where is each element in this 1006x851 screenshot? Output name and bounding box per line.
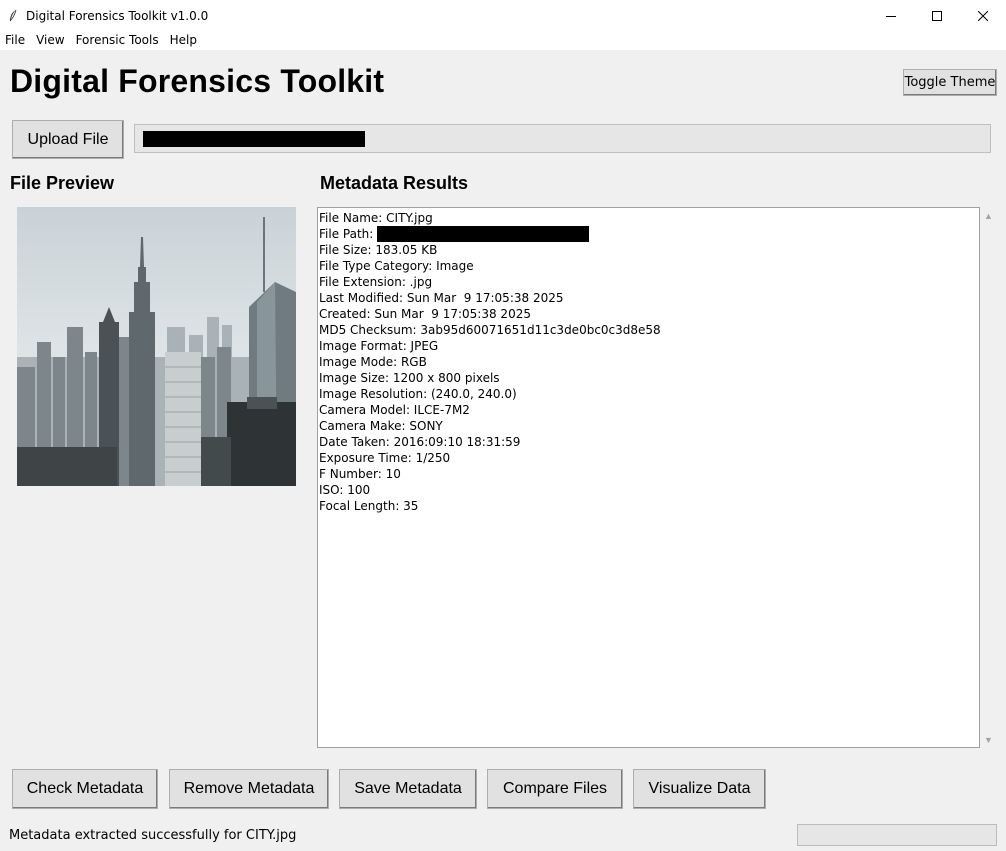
meta-line-image-format: Image Format: JPEG <box>319 339 439 353</box>
meta-line-created: Created: Sun Mar 9 17:05:38 2025 <box>319 307 531 321</box>
close-icon[interactable] <box>960 0 1006 31</box>
meta-line-file-size: File Size: 183.05 KB <box>319 243 438 257</box>
status-bar: Metadata extracted successfully for CITY… <box>0 819 1006 851</box>
menu-bar: File View Forensic Tools Help <box>0 31 1006 50</box>
metadata-results-label: Metadata Results <box>320 173 469 193</box>
progress-bar <box>797 824 997 846</box>
visualize-data-button[interactable]: Visualize Data <box>633 769 766 809</box>
meta-line-exposure-time: Exposure Time: 1/250 <box>319 451 451 465</box>
meta-line-f-number: F Number: 10 <box>319 467 401 481</box>
meta-line-camera-model: Camera Model: ILCE-7M2 <box>319 403 470 417</box>
redacted-file-path <box>377 226 590 242</box>
meta-line-file-name: File Name: CITY.jpg <box>319 211 433 225</box>
meta-line-image-size: Image Size: 1200 x 800 pixels <box>319 371 500 385</box>
file-path-field <box>134 124 991 153</box>
meta-line-image-resolution: Image Resolution: (240.0, 240.0) <box>319 387 517 401</box>
file-preview-image <box>17 207 296 486</box>
compare-files-button[interactable]: Compare Files <box>487 769 623 809</box>
menu-forensic-tools[interactable]: Forensic Tools <box>71 31 165 50</box>
window-title: Digital Forensics Toolkit v1.0.0 <box>26 8 209 23</box>
save-metadata-button[interactable]: Save Metadata <box>339 769 477 809</box>
menu-help[interactable]: Help <box>165 31 203 50</box>
minimize-icon[interactable] <box>868 0 914 31</box>
meta-line-iso: ISO: 100 <box>319 483 371 497</box>
remove-metadata-button[interactable]: Remove Metadata <box>169 769 329 809</box>
meta-line-file-type: File Type Category: Image <box>319 259 474 273</box>
meta-line-date-taken: Date Taken: 2016:09:10 18:31:59 <box>319 435 521 449</box>
check-metadata-button[interactable]: Check Metadata <box>12 769 158 809</box>
meta-line-focal-length: Focal Length: 35 <box>319 499 419 513</box>
scroll-up-arrow-icon[interactable]: ▲ <box>980 207 997 224</box>
feather-icon <box>0 0 26 31</box>
menu-view[interactable]: View <box>31 31 70 50</box>
meta-line-image-mode: Image Mode: RGB <box>319 355 427 369</box>
meta-line-extension: File Extension: .jpg <box>319 275 433 289</box>
meta-line-last-modified: Last Modified: Sun Mar 9 17:05:38 2025 <box>319 291 564 305</box>
meta-line-file-path: File Path: <box>319 226 978 242</box>
meta-line-camera-make: Camera Make: SONY <box>319 419 443 433</box>
metadata-text-area[interactable]: File Name: CITY.jpg File Path: File Size… <box>317 207 980 748</box>
title-bar: Digital Forensics Toolkit v1.0.0 <box>0 0 1006 31</box>
meta-line-md5: MD5 Checksum: 3ab95d60071651d11c3de0bc0c… <box>319 323 661 337</box>
upload-file-button[interactable]: Upload File <box>12 120 124 159</box>
status-text: Metadata extracted successfully for CITY… <box>9 828 297 843</box>
redacted-path <box>143 131 365 147</box>
window-controls <box>868 0 1006 31</box>
maximize-icon[interactable] <box>914 0 960 31</box>
file-preview-label: File Preview <box>10 173 115 193</box>
scroll-down-arrow-icon[interactable]: ▼ <box>980 731 997 748</box>
menu-file[interactable]: File <box>0 31 31 50</box>
toggle-theme-button[interactable]: Toggle Theme <box>903 69 997 96</box>
metadata-scrollbar[interactable]: ▲ ▼ <box>980 207 997 748</box>
app-heading: Digital Forensics Toolkit <box>10 63 385 99</box>
